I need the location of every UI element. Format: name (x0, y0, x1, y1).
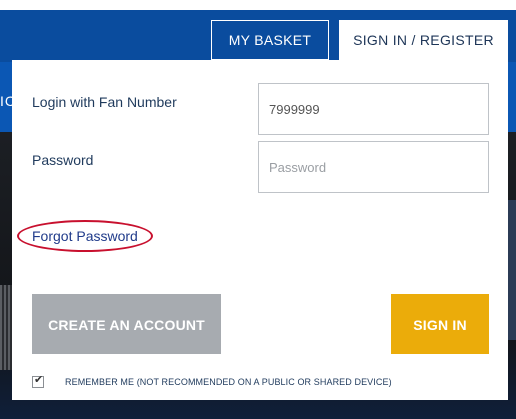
background-image-edge (0, 285, 12, 370)
my-basket-tab[interactable]: MY BASKET (211, 20, 329, 60)
sign-in-button[interactable]: SIGN IN (391, 294, 489, 354)
remember-me-checkbox[interactable]: ✔ (32, 374, 44, 388)
login-dropdown-panel: Login with Fan Number Password Forgot Pa… (12, 60, 508, 400)
background-image-edge-right (508, 200, 516, 340)
sign-in-register-tab[interactable]: SIGN IN / REGISTER (339, 20, 508, 62)
password-label: Password (32, 152, 94, 168)
forgot-password-link[interactable]: Forgot Password (32, 227, 138, 245)
fan-number-input[interactable] (258, 83, 489, 135)
password-input[interactable] (258, 141, 489, 193)
fan-number-label: Login with Fan Number (32, 94, 177, 110)
remember-me-label[interactable]: REMEMBER ME (NOT RECOMMENDED ON A PUBLIC… (65, 377, 392, 387)
create-account-button[interactable]: CREATE AN ACCOUNT (32, 294, 221, 354)
remember-me-row: ✔ REMEMBER ME (NOT RECOMMENDED ON A PUBL… (32, 374, 392, 389)
top-strip (0, 0, 516, 10)
check-icon: ✔ (34, 374, 44, 386)
